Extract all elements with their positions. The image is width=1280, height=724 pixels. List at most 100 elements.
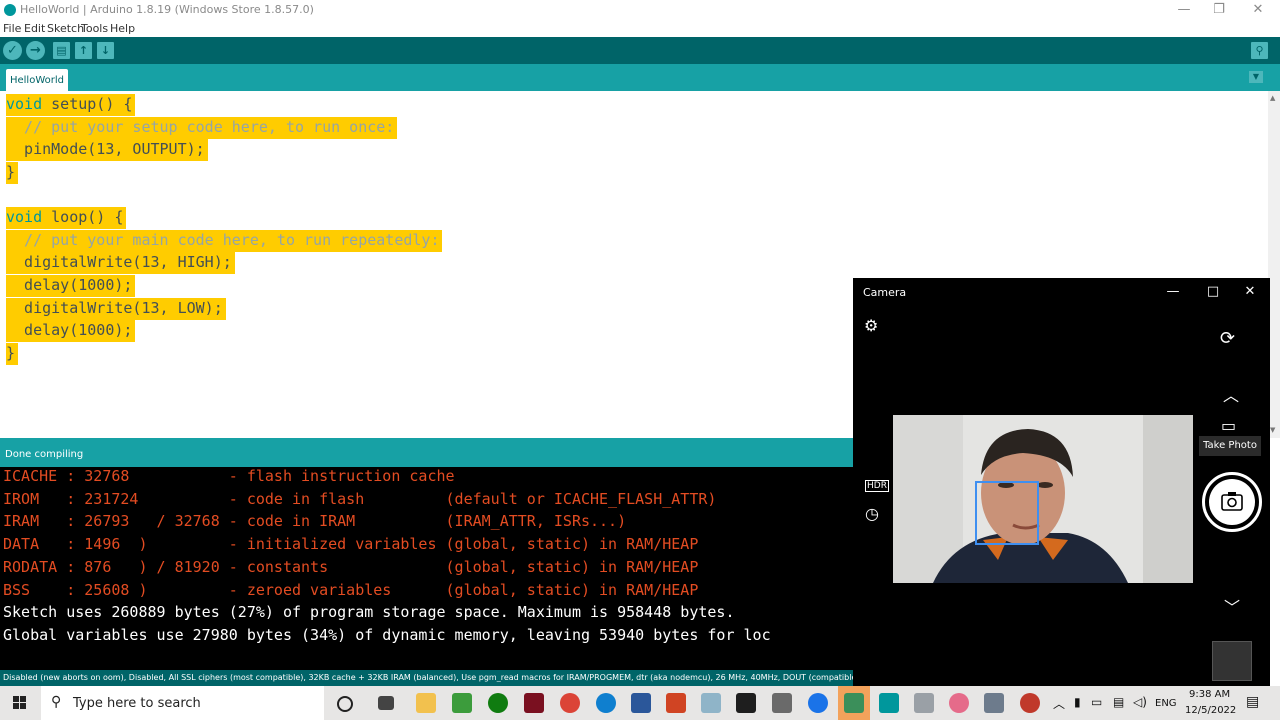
scroll-up-icon[interactable]: ▲ xyxy=(1270,94,1275,102)
code-line: // put your main code here, to run repea… xyxy=(6,230,443,252)
task-view-icon[interactable] xyxy=(378,696,394,710)
board-info-text: Disabled (new aborts on oom), Disabled, … xyxy=(3,673,853,682)
last-photo-thumbnail[interactable] xyxy=(1212,641,1252,681)
new-sketch-button[interactable]: ▤ xyxy=(53,42,70,59)
scroll-down-icon[interactable]: ▼ xyxy=(1270,426,1275,434)
open-sketch-button[interactable]: ↑ xyxy=(75,42,92,59)
android-app-icon[interactable] xyxy=(844,693,864,713)
status-bar: Done compiling xyxy=(0,438,853,467)
minimize-button[interactable]: — xyxy=(1166,0,1202,22)
camera-window: Camera — □ ✕ ⚙ ⟳ ︿ ▭ HDR ◷ ﹀ Take Photo xyxy=(853,278,1270,686)
taskbar-search[interactable]: ⚲ Type here to search xyxy=(41,686,324,720)
console-line: DATA : 1496 ) - initialized variables (g… xyxy=(3,535,699,553)
switch-camera-icon[interactable]: ⟳ xyxy=(1220,328,1235,349)
code-line: pinMode(13, OUTPUT); xyxy=(6,139,208,161)
search-icon: ⚲ xyxy=(51,694,62,710)
code-line: delay(1000); xyxy=(6,275,136,297)
hdr-icon[interactable]: HDR xyxy=(865,480,889,492)
take-photo-tooltip: Take Photo xyxy=(1199,436,1261,456)
console-line: ICACHE : 32768 - flash instruction cache xyxy=(3,467,455,485)
console-line: Sketch uses 260889 bytes (27%) of progra… xyxy=(3,603,735,621)
console-line: Global variables use 27980 bytes (34%) o… xyxy=(3,626,771,644)
verify-button[interactable]: ✓ xyxy=(3,41,22,60)
tab-menu-button[interactable]: ▼ xyxy=(1249,71,1263,83)
volume-icon[interactable]: ◁) xyxy=(1133,695,1147,709)
camera-icon xyxy=(1209,479,1255,525)
save-sketch-button[interactable]: ↓ xyxy=(97,42,114,59)
timer-icon[interactable]: ◷ xyxy=(865,504,879,523)
toolbar: ✓ → ▤ ↑ ↓ ⚲ xyxy=(0,37,1280,64)
menu-file[interactable]: File xyxy=(3,22,21,35)
app-icon-red-round[interactable] xyxy=(1020,693,1040,713)
battery-icon[interactable]: ▭ xyxy=(1091,695,1102,709)
serial-monitor-button[interactable]: ⚲ xyxy=(1251,42,1268,59)
code-line: } xyxy=(6,162,19,184)
app-icon-device[interactable] xyxy=(914,693,934,713)
terminal-icon[interactable] xyxy=(736,693,756,713)
code-line: void setup() { xyxy=(6,94,136,116)
camera-maximize-button[interactable]: □ xyxy=(1198,282,1228,304)
app-icon-pink[interactable] xyxy=(949,693,969,713)
person-photo xyxy=(893,415,1193,583)
settings-icon[interactable]: ⚙ xyxy=(864,316,878,335)
menu-edit[interactable]: Edit xyxy=(24,22,45,35)
camera-title-bar: Camera — □ ✕ xyxy=(853,278,1270,308)
collapse-icon[interactable]: ︿ xyxy=(1223,382,1239,406)
app-icon-blue[interactable] xyxy=(701,693,721,713)
xbox-icon[interactable] xyxy=(488,693,508,713)
maximize-button[interactable]: ❐ xyxy=(1201,0,1237,22)
console-line: IRAM : 26793 / 32768 - code in IRAM (IRA… xyxy=(3,512,627,530)
search-placeholder: Type here to search xyxy=(73,696,201,711)
menu-bar: File Edit Sketch Tools Help xyxy=(0,22,1280,36)
network-icon[interactable]: ▤ xyxy=(1113,695,1124,709)
language-indicator[interactable]: ENG xyxy=(1155,698,1177,709)
menu-sketch[interactable]: Sketch xyxy=(47,22,84,35)
tray-chevron-icon[interactable]: ︿ xyxy=(1053,695,1065,712)
upload-button[interactable]: → xyxy=(26,41,45,60)
close-button[interactable]: ✕ xyxy=(1240,0,1276,22)
video-mode-icon[interactable]: ▭ xyxy=(1221,416,1236,435)
chrome-icon[interactable] xyxy=(560,693,580,713)
window-title: HelloWorld | Arduino 1.8.19 (Windows Sto… xyxy=(20,3,314,16)
word-icon[interactable] xyxy=(631,693,651,713)
code-line: digitalWrite(13, LOW); xyxy=(6,298,226,320)
tab-helloworld[interactable]: HelloWorld xyxy=(6,69,68,91)
code-line: digitalWrite(13, HIGH); xyxy=(6,252,235,274)
maps-icon[interactable] xyxy=(808,693,828,713)
code-line: delay(1000); xyxy=(6,320,136,342)
code-line: // put your setup code here, to run once… xyxy=(6,117,398,139)
menu-help[interactable]: Help xyxy=(110,22,135,35)
face-detection-box xyxy=(975,481,1039,545)
app-icon-gray[interactable] xyxy=(772,693,792,713)
console-line: IROM : 231724 - code in flash (default o… xyxy=(3,490,717,508)
console-line: RODATA : 876 ) / 81920 - constants (glob… xyxy=(3,558,699,576)
windows-taskbar: ⚲ Type here to search ︿ ▮ ▭ ▤ ◁) ENG 9:3… xyxy=(0,686,1280,720)
console-output[interactable]: ICACHE : 32768 - flash instruction cache… xyxy=(0,467,853,670)
start-button[interactable] xyxy=(0,686,40,720)
camera-close-button[interactable]: ✕ xyxy=(1235,282,1265,304)
code-line: void loop() { xyxy=(6,207,127,229)
tab-bar: HelloWorld ▼ xyxy=(0,64,1280,91)
app-icon-red[interactable] xyxy=(524,693,544,713)
camera-taskbar-icon[interactable] xyxy=(984,693,1004,713)
pycharm-icon[interactable] xyxy=(452,693,472,713)
arduino-taskbar-icon[interactable] xyxy=(879,693,899,713)
camera-title: Camera xyxy=(863,286,907,299)
console-line: BSS : 25608 ) - zeroed variables (global… xyxy=(3,581,699,599)
cortana-icon[interactable] xyxy=(337,696,353,712)
camera-preview xyxy=(893,415,1193,583)
microphone-icon[interactable]: ▮ xyxy=(1074,695,1081,709)
status-text: Done compiling xyxy=(5,449,84,460)
notification-icon[interactable]: ▤ xyxy=(1246,694,1259,710)
take-photo-button[interactable] xyxy=(1202,472,1262,532)
file-explorer-icon[interactable] xyxy=(416,693,436,713)
edge-icon[interactable] xyxy=(596,693,616,713)
camera-minimize-button[interactable]: — xyxy=(1158,282,1188,304)
powerpoint-icon[interactable] xyxy=(666,693,686,713)
expand-icon[interactable]: ﹀ xyxy=(1224,594,1240,618)
menu-tools[interactable]: Tools xyxy=(81,22,108,35)
code-line: } xyxy=(6,343,19,365)
clock-time[interactable]: 9:38 AM xyxy=(1189,689,1230,700)
arduino-app-icon xyxy=(4,4,16,16)
clock-date[interactable]: 12/5/2022 xyxy=(1185,705,1236,716)
